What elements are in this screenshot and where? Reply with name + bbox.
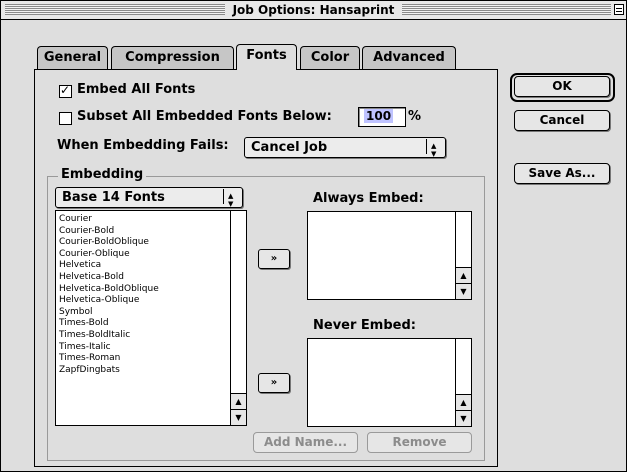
when-embedding-fails-label: When Embedding Fails: bbox=[57, 138, 229, 153]
job-options-dialog: Job Options: Hansaprint General Compress… bbox=[0, 0, 627, 472]
embed-all-fonts-label: Embed All Fonts bbox=[77, 82, 196, 97]
font-list-item[interactable]: Courier-Oblique bbox=[56, 249, 228, 261]
font-source-popup[interactable]: Base 14 Fonts bbox=[55, 187, 243, 214]
subset-percent-value: 100 bbox=[364, 109, 394, 123]
font-list-scrollbar[interactable]: ▲ ▼ bbox=[230, 211, 246, 425]
ok-button[interactable]: OK bbox=[514, 76, 610, 97]
always-embed-scrollbar[interactable]: ▲ ▼ bbox=[455, 212, 471, 299]
always-embed-list[interactable]: ▲ ▼ bbox=[307, 211, 472, 300]
percent-unit: % bbox=[408, 109, 422, 124]
font-list-item[interactable]: Helvetica-Oblique bbox=[56, 295, 228, 307]
title-bar[interactable]: Job Options: Hansaprint bbox=[1, 1, 626, 20]
tab-advanced[interactable]: Advanced bbox=[362, 46, 456, 69]
when-embedding-fails-popup[interactable]: Cancel Job bbox=[244, 137, 446, 164]
popup-arrows-icon bbox=[426, 137, 441, 164]
remove-button[interactable]: Remove bbox=[367, 432, 472, 453]
window-title-wrap: Job Options: Hansaprint bbox=[1, 2, 626, 18]
scroll-down-icon[interactable]: ▼ bbox=[456, 410, 471, 426]
subset-percent-input[interactable]: 100 bbox=[358, 107, 406, 127]
window-title: Job Options: Hansaprint bbox=[224, 3, 403, 17]
scroll-down-icon[interactable]: ▼ bbox=[456, 283, 471, 299]
tab-color[interactable]: Color bbox=[300, 46, 360, 69]
font-list-item[interactable]: Times-Roman bbox=[56, 353, 228, 365]
subset-fonts-checkbox[interactable] bbox=[59, 112, 72, 125]
add-name-button[interactable]: Add Name... bbox=[253, 432, 358, 453]
collapse-box-icon[interactable] bbox=[614, 4, 624, 15]
font-list-item[interactable]: Helvetica-Bold bbox=[56, 272, 228, 284]
never-embed-scrollbar[interactable]: ▲ ▼ bbox=[455, 339, 471, 426]
scroll-up-icon[interactable]: ▲ bbox=[456, 394, 471, 410]
font-list-item[interactable]: Times-Italic bbox=[56, 342, 228, 354]
font-list-item[interactable]: Helvetica-BoldOblique bbox=[56, 284, 228, 296]
add-always-embed-button[interactable]: » bbox=[258, 249, 290, 269]
embedding-group-title: Embedding bbox=[58, 167, 147, 182]
font-list[interactable]: Courier Courier-Bold Courier-BoldOblique Co… bbox=[55, 210, 247, 426]
embed-all-fonts-checkbox[interactable] bbox=[59, 83, 72, 98]
never-embed-list[interactable]: ▲ ▼ bbox=[307, 338, 472, 427]
always-embed-label: Always Embed: bbox=[313, 191, 424, 206]
save-as-button[interactable]: Save As... bbox=[514, 163, 610, 184]
scroll-up-icon[interactable]: ▲ bbox=[231, 393, 246, 409]
font-list-items: Courier Courier-Bold Courier-BoldOblique Co… bbox=[56, 214, 228, 376]
font-list-item[interactable]: Courier-Bold bbox=[56, 226, 228, 238]
add-never-embed-button[interactable]: » bbox=[258, 373, 290, 393]
font-list-item[interactable]: Times-BoldItalic bbox=[56, 330, 228, 342]
tab-general[interactable]: General bbox=[37, 46, 108, 69]
tab-compression[interactable]: Compression bbox=[111, 46, 234, 69]
cancel-button[interactable]: Cancel bbox=[514, 110, 610, 131]
when-embedding-fails-value: Cancel Job bbox=[251, 140, 328, 155]
font-list-item[interactable]: Courier-BoldOblique bbox=[56, 237, 228, 249]
font-list-item[interactable]: ZapfDingbats bbox=[56, 365, 228, 377]
scroll-down-icon[interactable]: ▼ bbox=[231, 409, 246, 425]
font-list-item[interactable]: Times-Bold bbox=[56, 318, 228, 330]
scroll-up-icon[interactable]: ▲ bbox=[456, 267, 471, 283]
tab-fonts[interactable]: Fonts bbox=[236, 44, 297, 70]
subset-fonts-label: Subset All Embedded Fonts Below: bbox=[77, 109, 332, 124]
font-source-value: Base 14 Fonts bbox=[62, 190, 165, 205]
font-list-item[interactable]: Courier bbox=[56, 214, 228, 226]
font-list-item[interactable]: Symbol bbox=[56, 307, 228, 319]
popup-arrows-icon bbox=[223, 187, 238, 214]
never-embed-label: Never Embed: bbox=[313, 318, 416, 333]
font-list-item[interactable]: Helvetica bbox=[56, 260, 228, 272]
